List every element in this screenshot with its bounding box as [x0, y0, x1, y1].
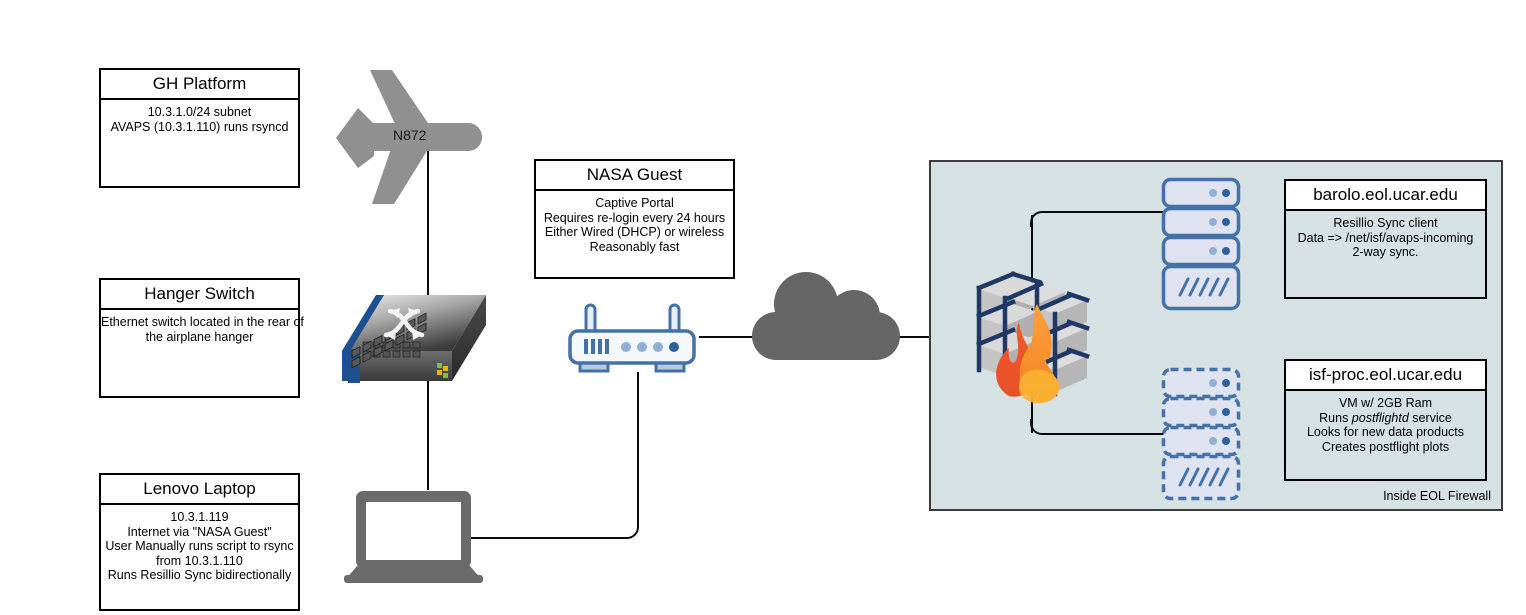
firewall-icon	[975, 268, 1093, 408]
server-stack-icon	[1161, 177, 1241, 311]
note-box-nasa-guest: NASA Guest Captive Portal Requires re-lo…	[534, 159, 735, 279]
note-box-isf-proc: isf-proc.eol.ucar.edu VM w/ 2GB Ram Runs…	[1284, 359, 1487, 481]
diagram-canvas: Inside EOL Firewall GH Platform 10.3.1.0…	[0, 0, 1526, 615]
hanger-switch-title: Hanger Switch	[101, 280, 298, 310]
nasa-guest-title: NASA Guest	[536, 161, 733, 191]
lenovo-laptop-title: Lenovo Laptop	[101, 475, 298, 505]
note-box-gh-platform: GH Platform 10.3.1.0/24 subnet AVAPS (10…	[99, 68, 300, 188]
hanger-switch-body: Ethernet switch located in the rear of t…	[101, 315, 304, 344]
barolo-body: Resillio Sync client Data => /net/isf/av…	[1297, 216, 1474, 260]
barolo-title: barolo.eol.ucar.edu	[1286, 181, 1485, 211]
gh-platform-title: GH Platform	[101, 70, 298, 100]
eol-firewall-zone-label: Inside EOL Firewall	[1383, 489, 1491, 503]
connector-laptop-to-router	[637, 372, 639, 527]
gh-platform-body: 10.3.1.0/24 subnet AVAPS (10.3.1.110) ru…	[110, 105, 289, 134]
lenovo-laptop-body: 10.3.1.119 Internet via "NASA Guest" Use…	[105, 510, 294, 583]
connector-laptop-horizontal	[467, 537, 627, 539]
isf-proc-title: isf-proc.eol.ucar.edu	[1286, 361, 1485, 391]
network-switch-icon	[334, 287, 494, 390]
laptop-icon	[336, 489, 491, 585]
note-box-hanger-switch: Hanger Switch Ethernet switch located in…	[99, 278, 304, 398]
internet-cloud-icon	[748, 268, 908, 366]
connector-laptop-corner	[625, 525, 639, 539]
note-box-lenovo-laptop: Lenovo Laptop 10.3.1.119 Internet via "N…	[99, 473, 300, 611]
nasa-guest-body: Captive Portal Requires re-login every 2…	[543, 196, 726, 254]
server-stack-vm-icon	[1161, 367, 1241, 501]
wireless-router-icon	[566, 303, 700, 379]
note-box-barolo: barolo.eol.ucar.edu Resillio Sync client…	[1284, 179, 1487, 299]
isf-proc-body: VM w/ 2GB Ram Runs postflightd service L…	[1306, 396, 1465, 454]
airplane-label: N872	[393, 127, 427, 143]
connector-to-barolo	[1044, 211, 1169, 213]
connector-to-isf-proc	[1044, 433, 1169, 435]
